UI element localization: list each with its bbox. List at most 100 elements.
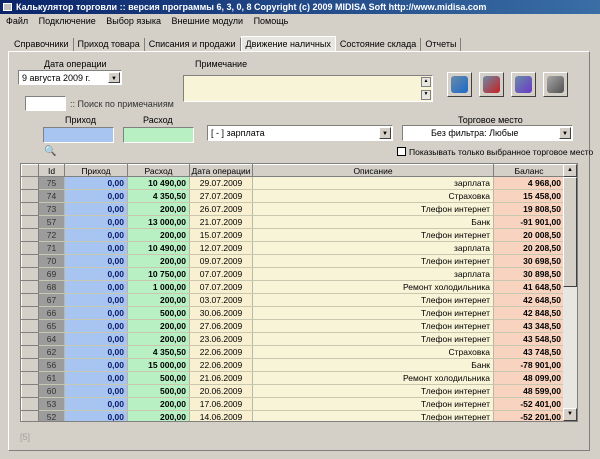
cell-id[interactable]: 75 [38, 176, 65, 190]
cell-date[interactable]: 26.07.2009 [189, 202, 253, 216]
table-row[interactable]: 57 0,00 13 000,00 21.07.2009 Банк -91 901,00 [21, 215, 565, 229]
cell-id[interactable]: 53 [38, 397, 65, 411]
scroll-down-icon[interactable]: ▼ [421, 90, 431, 100]
cell-description[interactable]: Тлефон интернет [252, 410, 494, 421]
cell-description[interactable]: Ремонт холодильника [252, 371, 494, 385]
cell-date[interactable]: 22.06.2009 [189, 358, 253, 372]
menu-help[interactable]: Помощь [254, 16, 289, 26]
cell-income[interactable]: 0,00 [64, 397, 128, 411]
cell-income[interactable]: 0,00 [64, 410, 128, 421]
row-selector[interactable] [21, 215, 39, 229]
col-date[interactable]: Дата операции [189, 164, 253, 177]
cell-balance[interactable]: -52 401,00 [493, 397, 565, 411]
search-icon[interactable]: 🔍 [44, 146, 56, 157]
cell-balance[interactable]: 43 748,50 [493, 345, 565, 359]
row-selector[interactable] [21, 176, 39, 190]
chevron-down-icon[interactable]: ▼ [379, 127, 391, 139]
menu-connection[interactable]: Подключение [39, 16, 96, 26]
cell-id[interactable]: 68 [38, 280, 65, 294]
cell-income[interactable]: 0,00 [64, 202, 128, 216]
cell-balance[interactable]: 20 208,50 [493, 241, 565, 255]
cell-income[interactable]: 0,00 [64, 293, 128, 307]
table-row[interactable]: 56 0,00 15 000,00 22.06.2009 Банк -78 901,00 [21, 358, 565, 372]
cell-expense[interactable]: 200,00 [127, 254, 190, 268]
cell-id[interactable]: 65 [38, 319, 65, 333]
cell-description[interactable]: Тлефон интернет [252, 293, 494, 307]
cell-date[interactable]: 15.07.2009 [189, 228, 253, 242]
row-selector[interactable] [21, 371, 39, 385]
cell-balance[interactable]: 20 008,50 [493, 228, 565, 242]
cell-id[interactable]: 72 [38, 228, 65, 242]
scroll-down-icon[interactable]: ▼ [563, 408, 577, 421]
note-textarea[interactable]: ▲ ▼ [183, 75, 433, 102]
table-row[interactable]: 74 0,00 4 350,50 27.07.2009 Страховка 15 458,… [21, 189, 565, 203]
print-button[interactable] [543, 72, 568, 97]
table-row[interactable]: 53 0,00 200,00 17.06.2009 Тлефон интернет -52… [21, 397, 565, 411]
menu-modules[interactable]: Внешние модули [172, 16, 244, 26]
cell-balance[interactable]: 43 348,50 [493, 319, 565, 333]
table-row[interactable]: 72 0,00 200,00 15.07.2009 Тлефон интернет 20 … [21, 228, 565, 242]
cell-expense[interactable]: 10 750,00 [127, 267, 190, 281]
cell-date[interactable]: 21.07.2009 [189, 215, 253, 229]
cell-description[interactable]: Страховка [252, 345, 494, 359]
cell-description[interactable]: зарплата [252, 267, 494, 281]
cell-date[interactable]: 29.07.2009 [189, 176, 253, 190]
cell-balance[interactable]: -91 901,00 [493, 215, 565, 229]
table-row[interactable]: 73 0,00 200,00 26.07.2009 Тлефон интернет 19 … [21, 202, 565, 216]
cell-expense[interactable]: 200,00 [127, 332, 190, 346]
col-balance[interactable]: Баланс [493, 164, 565, 177]
cell-description[interactable]: Банк [252, 358, 494, 372]
row-selector[interactable] [21, 358, 39, 372]
col-expense[interactable]: Расход [127, 164, 190, 177]
cell-income[interactable]: 0,00 [64, 215, 128, 229]
search-input[interactable] [25, 96, 66, 111]
row-selector[interactable] [21, 241, 39, 255]
cell-expense[interactable]: 13 000,00 [127, 215, 190, 229]
cell-income[interactable]: 0,00 [64, 358, 128, 372]
cell-id[interactable]: 60 [38, 384, 65, 398]
tab-directories[interactable]: Справочники [10, 38, 74, 51]
row-selector[interactable] [21, 332, 39, 346]
cell-balance[interactable]: 30 698,50 [493, 254, 565, 268]
table-row[interactable]: 70 0,00 200,00 09.07.2009 Тлефон интернет 30 … [21, 254, 565, 268]
table-row[interactable]: 61 0,00 500,00 21.06.2009 Ремонт холодильник… [21, 371, 565, 385]
cell-description[interactable]: Тлефон интернет [252, 319, 494, 333]
cell-id[interactable]: 62 [38, 345, 65, 359]
add-record-button[interactable] [447, 72, 472, 97]
cell-id[interactable]: 56 [38, 358, 65, 372]
cell-description[interactable]: Страховка [252, 189, 494, 203]
cell-income[interactable]: 0,00 [64, 371, 128, 385]
menu-language[interactable]: Выбор языка [106, 16, 161, 26]
row-selector[interactable] [21, 267, 39, 281]
table-row[interactable]: 69 0,00 10 750,00 07.07.2009 зарплата 30 898,… [21, 267, 565, 281]
row-selector[interactable] [21, 319, 39, 333]
col-id[interactable]: Id [38, 164, 65, 177]
cell-id[interactable]: 57 [38, 215, 65, 229]
table-row[interactable]: 60 0,00 500,00 20.06.2009 Тлефон интернет 48 … [21, 384, 565, 398]
vertical-scrollbar[interactable]: ▲ ▼ [563, 164, 577, 421]
delete-record-button[interactable] [479, 72, 504, 97]
cell-description[interactable]: Банк [252, 215, 494, 229]
cell-expense[interactable]: 4 350,50 [127, 189, 190, 203]
cell-description[interactable]: зарплата [252, 241, 494, 255]
cell-description[interactable]: Тлефон интернет [252, 228, 494, 242]
cell-description[interactable]: Ремонт холодильника [252, 280, 494, 294]
cell-balance[interactable]: 41 648,50 [493, 280, 565, 294]
cell-date[interactable]: 12.07.2009 [189, 241, 253, 255]
cell-id[interactable]: 70 [38, 254, 65, 268]
cell-income[interactable]: 0,00 [64, 267, 128, 281]
cell-expense[interactable]: 500,00 [127, 306, 190, 320]
cell-balance[interactable]: 19 808,50 [493, 202, 565, 216]
cell-balance[interactable]: 43 548,50 [493, 332, 565, 346]
cell-description[interactable]: Тлефон интернет [252, 384, 494, 398]
menu-file[interactable]: Файл [6, 16, 28, 26]
cell-income[interactable]: 0,00 [64, 228, 128, 242]
cell-income[interactable]: 0,00 [64, 254, 128, 268]
table-row[interactable]: 68 0,00 1 000,00 07.07.2009 Ремонт холодильн… [21, 280, 565, 294]
table-row[interactable]: 71 0,00 10 490,00 12.07.2009 зарплата 20 208,… [21, 241, 565, 255]
cell-expense[interactable]: 200,00 [127, 397, 190, 411]
cell-income[interactable]: 0,00 [64, 241, 128, 255]
cell-expense[interactable]: 200,00 [127, 293, 190, 307]
cell-description[interactable]: Тлефон интернет [252, 332, 494, 346]
cell-income[interactable]: 0,00 [64, 280, 128, 294]
